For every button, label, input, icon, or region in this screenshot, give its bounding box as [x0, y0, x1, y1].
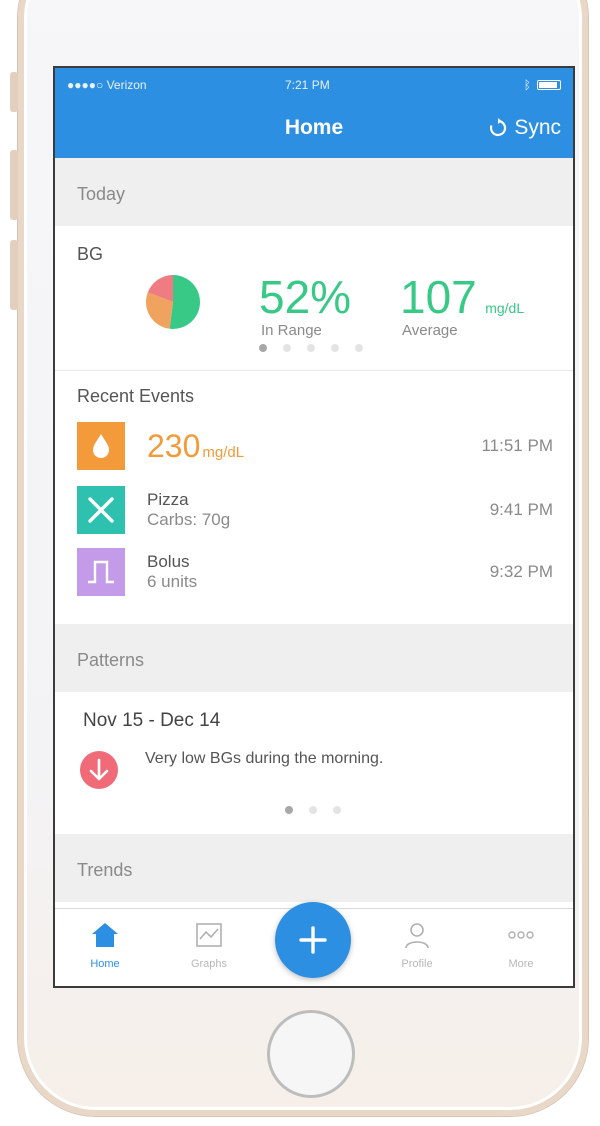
- bolus-name: Bolus: [147, 552, 190, 571]
- event-row-meal[interactable]: Pizza Carbs: 70g 9:41 PM: [77, 486, 553, 536]
- fork-knife-icon: [77, 486, 125, 534]
- today-section-header: Today: [55, 158, 573, 226]
- bolus-icon: [77, 548, 125, 596]
- tab-home-label: Home: [90, 958, 120, 970]
- blood-drop-icon: [77, 422, 125, 470]
- divider: [55, 370, 573, 371]
- pattern-text: Very low BGs during the morning.: [145, 750, 384, 767]
- event-time: 9:41 PM: [489, 500, 553, 519]
- pattern-item[interactable]: Very low BGs during the morning.: [79, 744, 549, 794]
- average-value: 107: [400, 271, 477, 323]
- carrier-label: ●●●●○ Verizon: [67, 78, 147, 92]
- page-dot[interactable]: [331, 344, 339, 352]
- patterns-section-header: Patterns: [55, 624, 573, 692]
- meal-name: Pizza: [147, 490, 189, 509]
- arrow-down-icon: [80, 751, 118, 789]
- bg-label: BG: [77, 244, 104, 264]
- trends-section-header: Trends: [55, 834, 573, 902]
- event-row-glucose[interactable]: 230 mg/dL 11:51 PM: [77, 422, 553, 472]
- trends-header-label: Trends: [77, 860, 133, 880]
- phone-volume-down: [10, 240, 18, 310]
- plus-icon: [299, 926, 327, 954]
- patterns-date-range: Nov 15 - Dec 14: [83, 710, 221, 731]
- page-dot[interactable]: [309, 806, 317, 814]
- patterns-header-label: Patterns: [77, 650, 145, 670]
- phone-home-button[interactable]: [267, 1010, 355, 1098]
- event-time: 11:51 PM: [481, 436, 553, 455]
- glucose-reading: 230 mg/dL: [147, 428, 244, 465]
- average-unit: mg/dL: [485, 300, 525, 316]
- navigation-bar: ●●●●○ Verizon 7:21 PM ᛒ Home Sync: [55, 68, 573, 158]
- in-range-label: In Range: [261, 322, 322, 339]
- more-icon: [508, 931, 534, 939]
- tab-profile-label: Profile: [401, 958, 433, 970]
- meal-carbs: Carbs: 70g: [147, 510, 231, 529]
- bolus-details: Bolus 6 units: [147, 552, 197, 592]
- event-time: 9:32 PM: [489, 562, 553, 581]
- recent-events-title: Recent Events: [77, 386, 195, 406]
- tab-graphs-label: Graphs: [190, 958, 228, 970]
- event-row-bolus[interactable]: Bolus 6 units 9:32 PM: [77, 548, 553, 598]
- today-page-indicator[interactable]: [259, 344, 363, 352]
- patterns-page-indicator[interactable]: [285, 806, 341, 814]
- clock-label: 7:21 PM: [285, 78, 330, 92]
- tab-graphs[interactable]: Graphs: [169, 921, 249, 970]
- page-dot[interactable]: [333, 806, 341, 814]
- sync-label: Sync: [514, 116, 561, 139]
- average-label: Average: [402, 322, 458, 339]
- average-stat: 107 mg/dL Average: [400, 274, 524, 339]
- status-bar: ●●●●○ Verizon 7:21 PM ᛒ: [67, 78, 561, 94]
- bolus-units: 6 units: [147, 572, 198, 591]
- page-dot[interactable]: [307, 344, 315, 352]
- in-range-stat: 52% In Range: [259, 274, 351, 339]
- in-range-value: 52%: [259, 271, 352, 323]
- graph-icon: [196, 923, 222, 947]
- page-dot[interactable]: [355, 344, 363, 352]
- page-dot[interactable]: [283, 344, 291, 352]
- tab-more-label: More: [508, 958, 534, 970]
- glucose-value: 230: [147, 428, 201, 464]
- sync-button[interactable]: Sync: [488, 116, 561, 140]
- tab-more[interactable]: More: [481, 921, 561, 970]
- status-right: ᛒ: [524, 78, 561, 92]
- tab-home[interactable]: Home: [65, 921, 145, 970]
- page-dot[interactable]: [285, 806, 293, 814]
- bg-range-pie-chart: [146, 275, 200, 329]
- add-event-button[interactable]: [275, 902, 351, 978]
- app-screen: ●●●●○ Verizon 7:21 PM ᛒ Home Sync Today …: [53, 66, 575, 988]
- page-dot[interactable]: [259, 344, 267, 352]
- sync-icon: [490, 118, 507, 137]
- phone-side-button: [10, 72, 18, 112]
- battery-icon: [537, 80, 561, 90]
- bluetooth-icon: ᛒ: [523, 78, 531, 92]
- tab-profile[interactable]: Profile: [377, 921, 457, 970]
- meal-details: Pizza Carbs: 70g: [147, 490, 230, 530]
- today-header-label: Today: [77, 184, 126, 204]
- person-icon: [405, 923, 429, 949]
- home-icon: [92, 923, 118, 947]
- pie-slice-in-range: [169, 275, 200, 329]
- glucose-unit: mg/dL: [202, 444, 245, 461]
- phone-volume-up: [10, 150, 18, 220]
